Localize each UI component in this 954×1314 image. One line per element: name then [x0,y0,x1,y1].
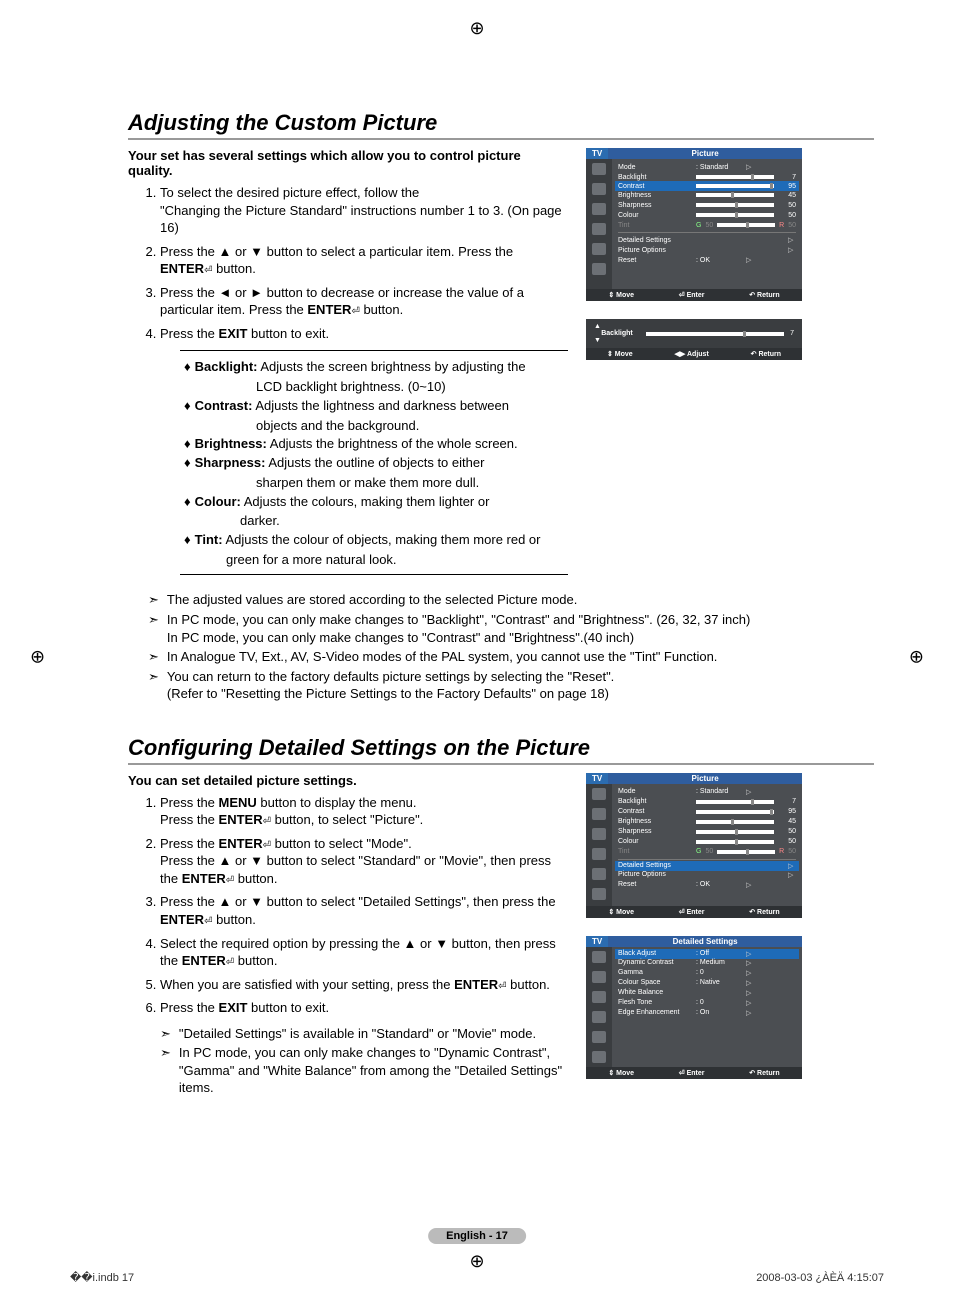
osd-detailed-settings: TV Detailed Settings Black Adjust: Off▷ … [586,936,802,1079]
page-content: Adjusting the Custom Picture Your set ha… [128,110,874,1103]
crop-mark-right-icon: ⊕ [909,647,924,668]
s2-step-4: Select the required option by pressing t… [160,935,568,970]
channel-icon [592,203,606,215]
step-1: To select the desired picture effect, fo… [160,184,568,237]
sound-icon [592,183,606,195]
osd-tab-picture: Picture [608,148,802,159]
osd-picture-menu-1: TV Picture Mode: Standard▷ Backlight7 [586,148,802,301]
step-3: Press the ◄ or ► button to decrease or i… [160,284,568,319]
osd-return-label: ↶ Return [749,291,779,299]
note-4: ➣You can return to the factory defaults … [148,668,874,703]
s2-step-5: When you are satisfied with your setting… [160,976,568,994]
crop-mark-top-icon: ⊕ [469,18,484,39]
section1-steps: To select the desired picture effect, fo… [128,184,568,575]
note-1: ➣The adjusted values are stored accordin… [148,591,874,609]
section1-intro: Your set has several settings which allo… [128,148,568,178]
s2-note-2: ➣In PC mode, you can only make changes t… [160,1044,568,1097]
osd-enter-label: ⏎ Enter [679,291,705,299]
section1-title: Adjusting the Custom Picture [128,110,874,140]
s2-step-2: Press the ENTER⏎ button to select "Mode"… [160,835,568,888]
osd-tab-tv: TV [586,148,608,159]
note-2: ➣In PC mode, you can only make changes t… [148,611,874,646]
s2-step-3: Press the ▲ or ▼ button to select "Detai… [160,893,568,928]
osd-backlight-slider: ▲ Backlight 7 ▼ ⇕ Move ◀▶ Adjust ↶ Retur… [586,319,802,360]
step-2: Press the ▲ or ▼ button to select a part… [160,243,568,278]
enter-icon: ⏎ [263,816,271,827]
step-4: Press the EXIT button to exit. ♦Backligh… [160,325,568,576]
footer-left: ��i.indb 17 [70,1271,134,1284]
section2-title: Configuring Detailed Settings on the Pic… [128,735,874,765]
crop-mark-bottom-icon: ⊕ [469,1251,484,1272]
crop-mark-left-icon: ⊕ [30,647,45,668]
footer-right: 2008-03-03 ¿ÀÈÄ 4:15:07 [756,1272,884,1284]
section2-steps: Press the MENU button to display the men… [128,794,568,1097]
osd-picture-menu-2: TV Picture Mode: Standard▷ Backlight7 Co… [586,773,802,918]
section2-intro: You can set detailed picture settings. [128,773,568,788]
picture-icon [592,163,606,175]
s2-step-1: Press the MENU button to display the men… [160,794,568,829]
input-icon [592,243,606,255]
app-icon [592,263,606,275]
osd-sidebar-icons [586,159,612,289]
enter-icon: ⏎ [351,306,359,317]
setup-icon [592,223,606,235]
definitions-box: ♦Backlight: Adjusts the screen brightnes… [180,350,568,575]
s2-step-6: Press the EXIT button to exit. ➣"Detaile… [160,999,568,1097]
osd-move-label: ⇕ Move [608,291,634,299]
s2-note-1: ➣"Detailed Settings" is available in "St… [160,1025,568,1043]
note-3: ➣In Analogue TV, Ext., AV, S-Video modes… [148,648,874,666]
page-number: English - 17 [428,1228,526,1244]
